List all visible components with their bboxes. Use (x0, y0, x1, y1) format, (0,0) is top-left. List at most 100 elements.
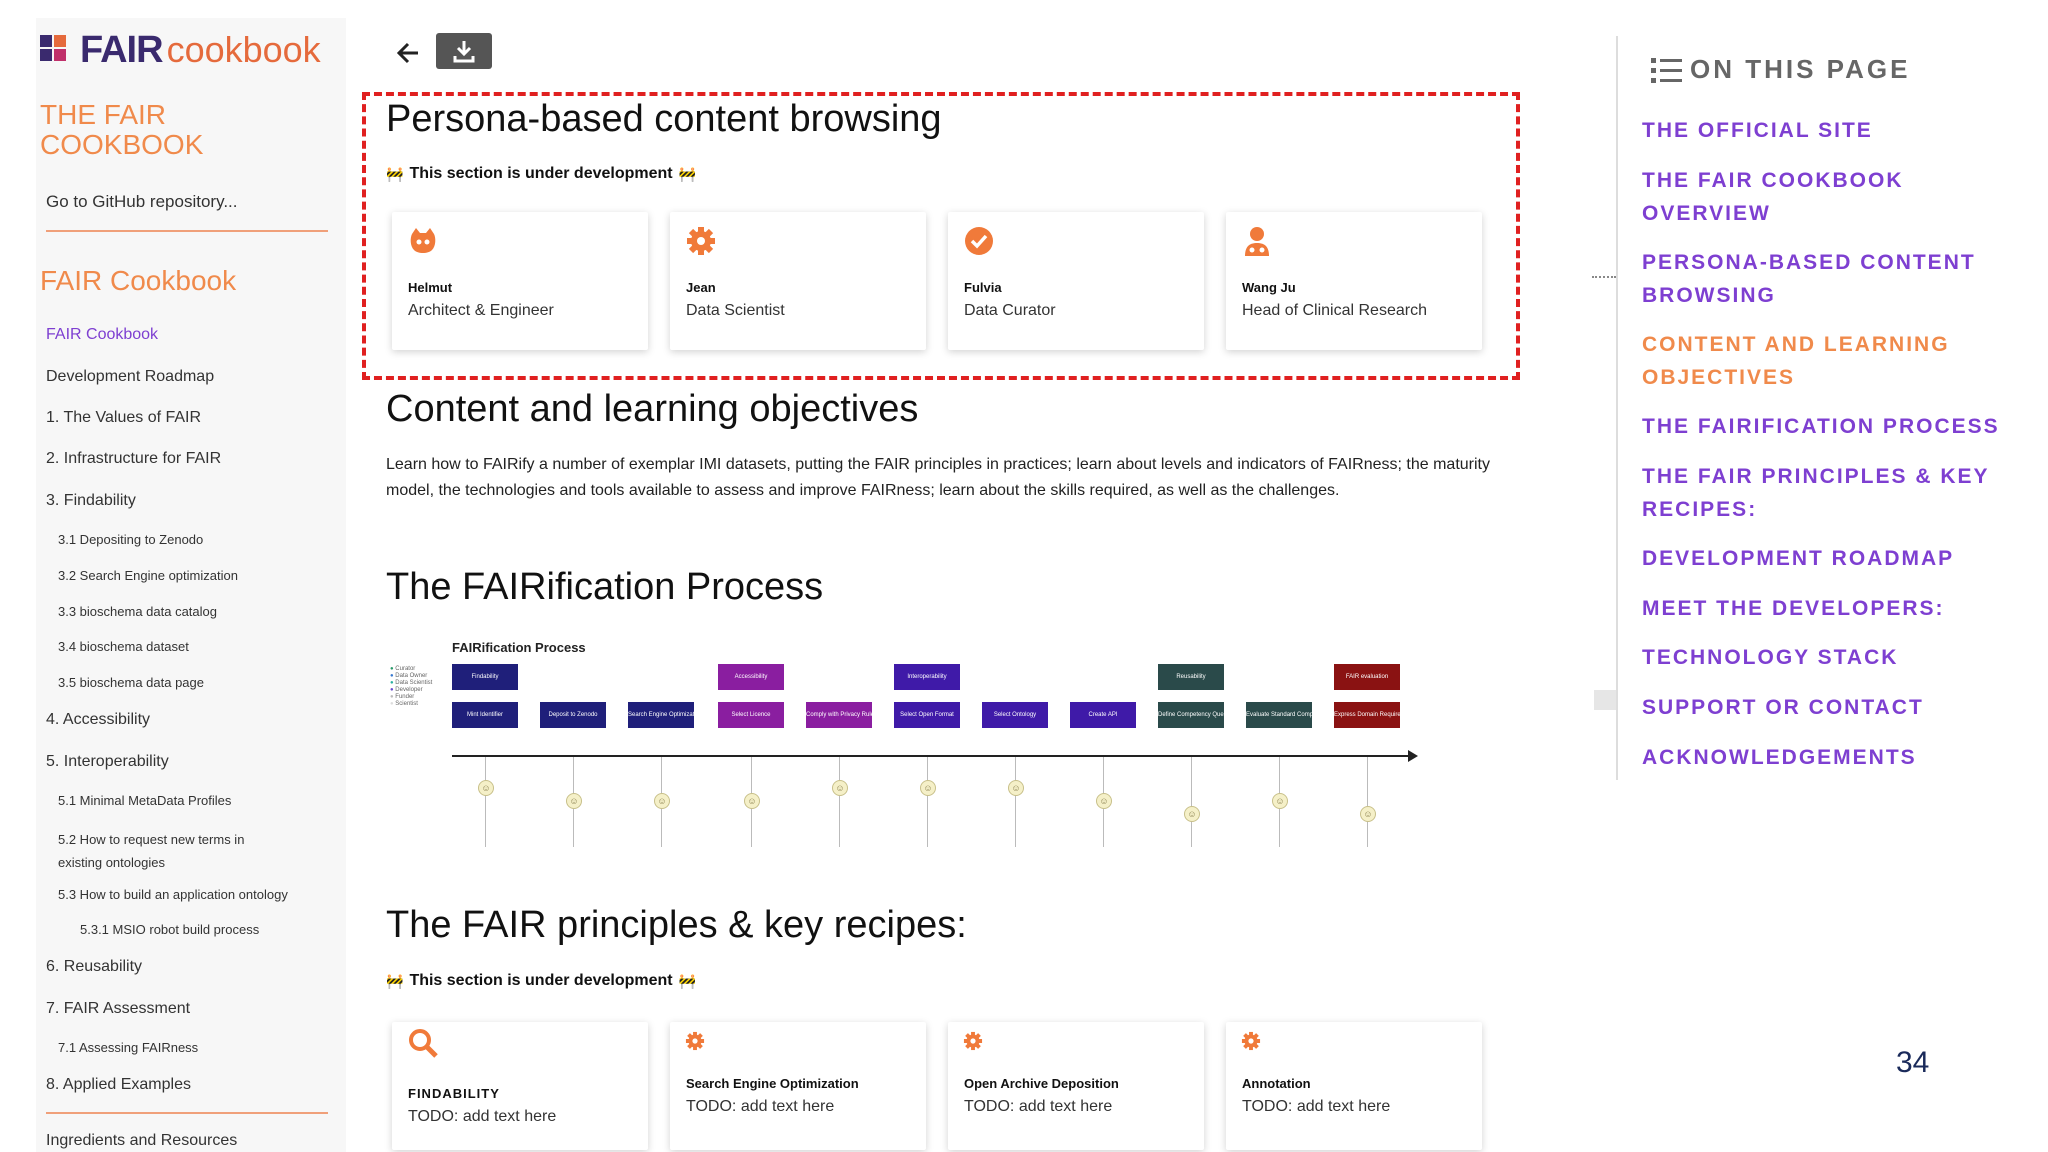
step-competency-questions: Define Competency Questions (1158, 702, 1224, 728)
recipe-text: TODO: add text here (1242, 1098, 1391, 1115)
toc-collapse-handle[interactable] (1592, 276, 1616, 281)
recipe-card-annotation[interactable]: Annotation TODO: add text here (1226, 1022, 1482, 1150)
recipe-text: TODO: add text here (686, 1098, 835, 1115)
smiley-icon: ☺ (1272, 793, 1288, 809)
timeline-axis (452, 755, 1412, 757)
recipe-card-findability[interactable]: FINDABILITY TODO: add text here (392, 1022, 648, 1150)
logo-mark-icon (40, 35, 70, 65)
sidebar-item-metadata-profiles[interactable]: 5.1 Minimal MetaData Profiles (58, 793, 231, 808)
sidebar-item-seo[interactable]: 3.2 Search Engine optimization (58, 568, 238, 583)
sidebar-item-applied-examples[interactable]: 8. Applied Examples (46, 1076, 191, 1094)
toc-item-development-roadmap[interactable]: DEVELOPMENT ROADMAP (1642, 542, 1954, 575)
sidebar-item-zenodo[interactable]: 3.1 Depositing to Zenodo (58, 532, 203, 547)
gear-icon (684, 224, 718, 258)
persona-dev-note: 🚧 This section is under development 🚧 (386, 165, 697, 182)
timeline-pin (485, 757, 486, 847)
construction-icon: 🚧 (386, 165, 404, 182)
sidebar-item-findability[interactable]: 3. Findability (46, 492, 136, 510)
step-open-format: Select Open Format (894, 702, 960, 728)
toc-item-fair-principles[interactable]: THE FAIR PRINCIPLES & KEY RECIPES: (1642, 460, 1990, 526)
sidebar-item-interoperability[interactable]: 5. Interoperability (46, 753, 169, 771)
toc-item-cookbook-overview[interactable]: THE FAIR COOKBOOK OVERVIEW (1642, 164, 1904, 230)
step-mint-identifier: Mint Identifier (452, 702, 518, 728)
toc-scroll-marker (1594, 690, 1616, 710)
persona-name: Jean (686, 280, 716, 295)
box-reusability: Reusability (1158, 664, 1224, 690)
sidebar-item-data-page[interactable]: 3.5 bioschema data page (58, 675, 204, 690)
step-standard-compliance: Evaluate Standard Compliance (1246, 702, 1312, 728)
smiley-icon: ☺ (1008, 780, 1024, 796)
sidebar-item-values-of-fair[interactable]: 1. The Values of FAIR (46, 409, 201, 427)
doctor-icon (1240, 224, 1274, 258)
check-circle-icon (962, 224, 996, 258)
smiley-icon: ☺ (832, 780, 848, 796)
sidebar-item-msio-robot[interactable]: 5.3.1 MSIO robot build process (80, 922, 259, 937)
recipe-card-seo[interactable]: Search Engine Optimization TODO: add tex… (670, 1022, 926, 1150)
step-select-ontology: Select Ontology (982, 702, 1048, 728)
step-create-api: Create API (1070, 702, 1136, 728)
toc-item-official-site[interactable]: THE OFFICIAL SITE (1642, 114, 1873, 147)
timeline-pin (1191, 757, 1192, 847)
smiley-icon: ☺ (744, 793, 760, 809)
download-button[interactable] (436, 33, 492, 69)
github-link[interactable]: Go to GitHub repository... (46, 192, 237, 212)
sidebar-item-fair-assessment[interactable]: 7. FAIR Assessment (46, 1000, 190, 1018)
search-icon (406, 1026, 440, 1060)
toc-item-acknowledgements[interactable]: ACKNOWLEDGEMENTS (1642, 741, 1917, 774)
fair-cookbook-logo[interactable]: FAIR cookbook (40, 28, 321, 72)
persona-card-helmut[interactable]: Helmut Architect & Engineer (392, 212, 648, 350)
sidebar-item-dataset[interactable]: 3.4 bioschema dataset (58, 639, 189, 654)
github-icon (406, 224, 440, 258)
logo-fair-text: FAIR (80, 28, 164, 71)
smiley-icon: ☺ (920, 780, 936, 796)
sidebar-item-development-roadmap[interactable]: Development Roadmap (46, 368, 214, 386)
smiley-icon: ☺ (478, 780, 494, 796)
sidebar-item-app-ontology[interactable]: 5.3 How to build an application ontology (58, 887, 288, 902)
persona-card-wang-ju[interactable]: Wang Ju Head of Clinical Research (1226, 212, 1482, 350)
sidebar-item-infrastructure[interactable]: 2. Infrastructure for FAIR (46, 450, 221, 468)
timeline-pin (927, 757, 928, 847)
timeline-pin (839, 757, 840, 847)
sidebar-item-accessibility[interactable]: 4. Accessibility (46, 711, 150, 729)
back-arrow-icon[interactable] (392, 36, 426, 70)
toc-item-persona-browsing[interactable]: PERSONA-BASED CONTENT BROWSING (1642, 246, 1976, 312)
construction-icon: 🚧 (386, 972, 404, 989)
recipe-name: Annotation (1242, 1076, 1311, 1091)
persona-card-jean[interactable]: Jean Data Scientist (670, 212, 926, 350)
sidebar-item-request-terms[interactable]: 5.2 How to request new terms in existing… (58, 828, 244, 874)
persona-name: Wang Ju (1242, 280, 1296, 295)
step-seo: Search Engine Optimization (628, 702, 694, 728)
download-icon (453, 41, 475, 63)
sidebar-item-assessing-fairness[interactable]: 7.1 Assessing FAIRness (58, 1040, 198, 1055)
step-privacy-rules: Comply with Privacy Rules (806, 702, 872, 728)
step-domain-requirements: Express Domain Requirements (1334, 702, 1400, 728)
toc-border (1616, 36, 1618, 780)
toc-heading: ON THIS PAGE (1650, 54, 1910, 85)
step-deposit-zenodo: Deposit to Zenodo (540, 702, 606, 728)
smiley-icon: ☺ (1360, 806, 1376, 822)
sidebar-item-ingredients[interactable]: Ingredients and Resources (46, 1132, 237, 1150)
diagram-legend: ● Curator ● Data Owner ● Data Scientist … (390, 666, 433, 707)
toc-item-fairification-process[interactable]: THE FAIRIFICATION PROCESS (1642, 410, 2000, 443)
smiley-icon: ☺ (654, 793, 670, 809)
recipe-name: FINDABILITY (408, 1086, 500, 1101)
recipe-text: TODO: add text here (964, 1098, 1113, 1115)
sidebar-item-data-catalog[interactable]: 3.3 bioschema data catalog (58, 604, 217, 619)
sidebar-section-title: FAIR Cookbook (40, 265, 237, 296)
sidebar-item-reusability[interactable]: 6. Reusability (46, 958, 142, 976)
recipe-card-open-archive[interactable]: Open Archive Deposition TODO: add text h… (948, 1022, 1204, 1150)
toc-item-support-contact[interactable]: SUPPORT OR CONTACT (1642, 691, 1924, 724)
fairification-heading: The FAIRification Process (386, 566, 824, 608)
toc-item-meet-developers[interactable]: MEET THE DEVELOPERS: (1642, 592, 1945, 625)
box-fair-evaluation: FAIR evaluation (1334, 664, 1400, 690)
persona-card-fulvia[interactable]: Fulvia Data Curator (948, 212, 1204, 350)
gear-icon (1240, 1026, 1262, 1051)
toc-item-content-objectives[interactable]: CONTENT AND LEARNING OBJECTIVES (1642, 328, 1950, 394)
persona-role: Architect & Engineer (408, 302, 554, 319)
toc-item-technology-stack[interactable]: TECHNOLOGY STACK (1642, 641, 1898, 674)
principles-heading: The FAIR principles & key recipes: (386, 904, 967, 946)
list-icon (1651, 57, 1682, 83)
recipe-name: Open Archive Deposition (964, 1076, 1119, 1091)
smiley-icon: ☺ (566, 793, 582, 809)
sidebar-item-fair-cookbook[interactable]: FAIR Cookbook (46, 326, 158, 344)
